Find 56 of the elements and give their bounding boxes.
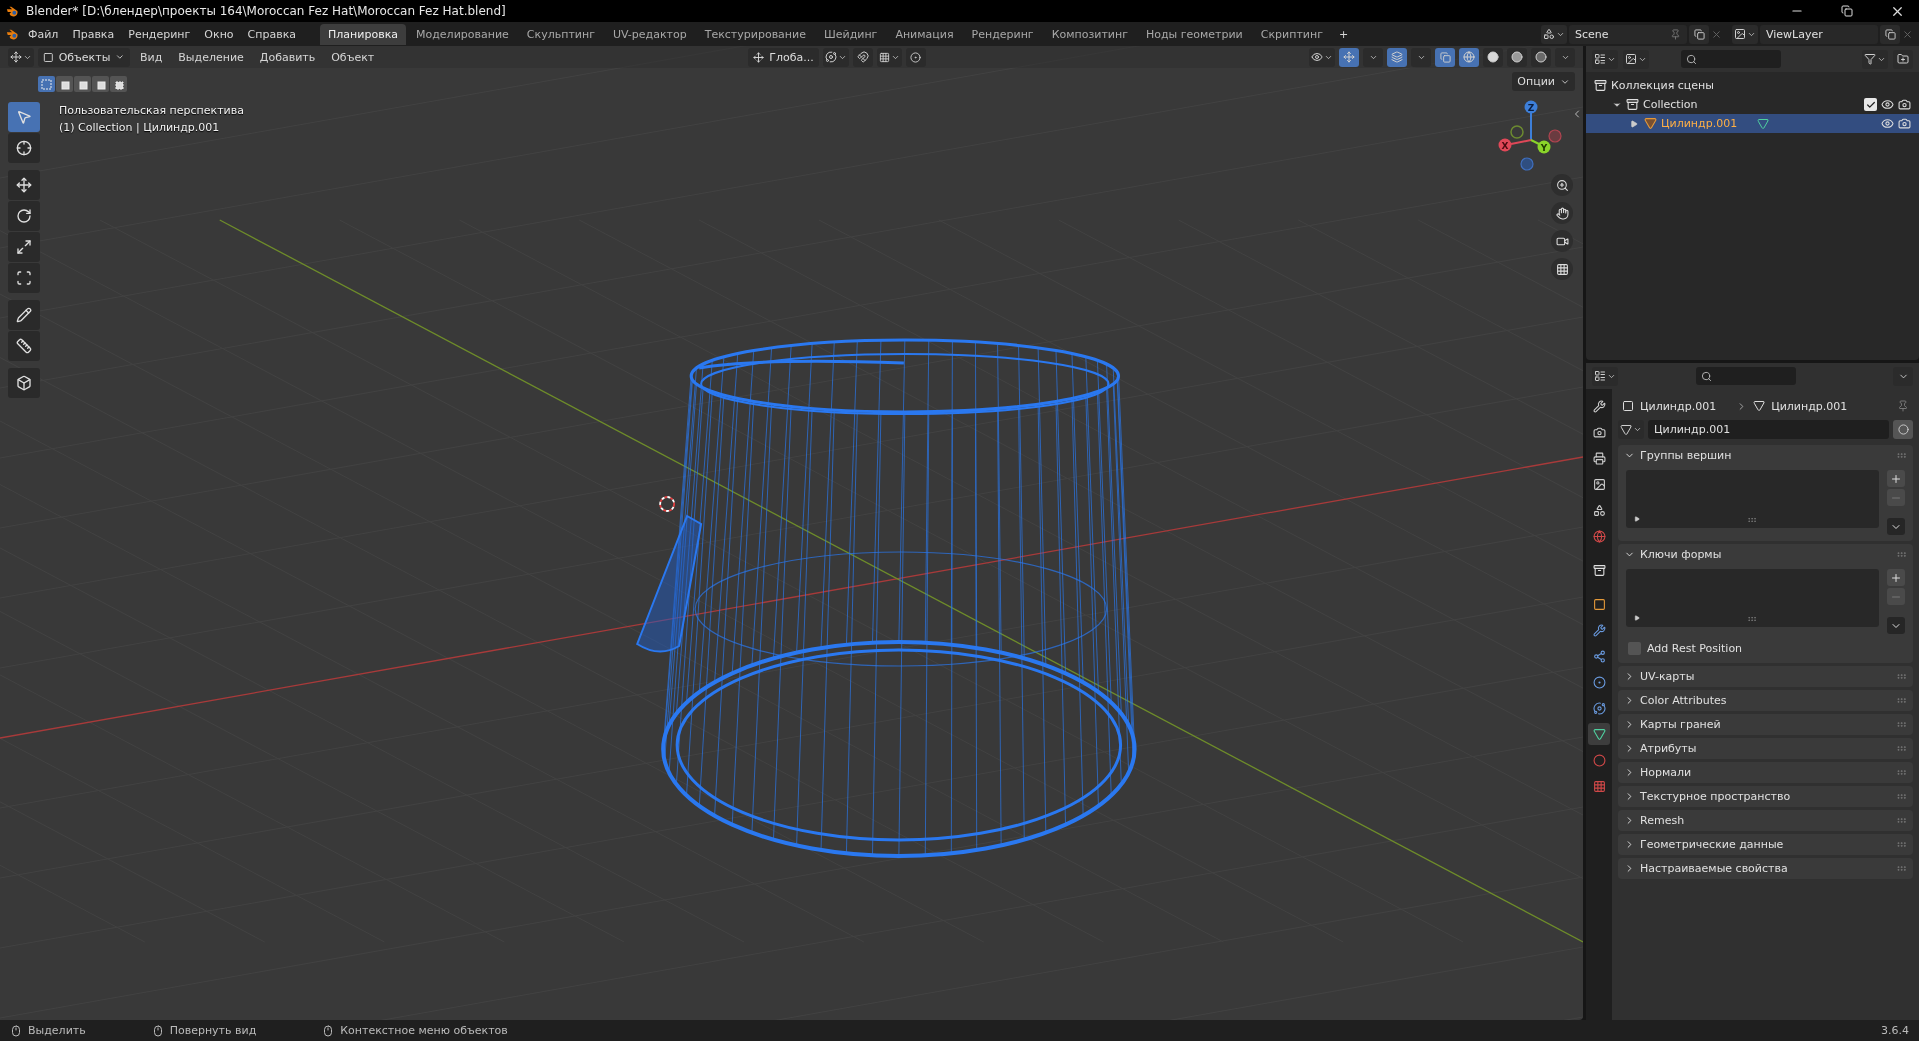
status-hint: Повернуть вид: [169, 1024, 257, 1037]
status-hint: Контекстное меню объектов: [340, 1024, 508, 1037]
menu-item[interactable]: Справка: [241, 24, 303, 44]
z-axis-handle[interactable]: Z: [1524, 100, 1538, 141]
window-title: Blender* [D:\блендер\проекты 164\Moroccan Fez Hat\Moroccan Fez Hat.blend]: [26, 4, 506, 18]
workspace-tab[interactable]: UV-редактор: [604, 23, 695, 45]
panel-header[interactable]: Remesh: [1618, 810, 1913, 831]
view-layer-field[interactable]: ViewLayer: [1760, 24, 1878, 44]
panel-header[interactable]: Ключи формы: [1618, 544, 1913, 565]
viewport-menu-item[interactable]: Выделение: [172, 47, 250, 67]
menu-item[interactable]: Окно: [198, 24, 240, 44]
panel-header[interactable]: Нормали: [1618, 762, 1913, 783]
add-workspace-button[interactable]: +: [1332, 24, 1355, 44]
add-rest-position-checkbox[interactable]: Add Rest Position: [1618, 640, 1913, 663]
workspace-tab[interactable]: Рендеринг: [963, 23, 1042, 45]
mesh-name-field[interactable]: Цилиндр.001: [1648, 420, 1889, 439]
panel-header[interactable]: Геометрические данные: [1618, 834, 1913, 855]
workspace-tab[interactable]: Моделирование: [408, 23, 517, 45]
workspace-tab[interactable]: Скриптинг: [1252, 23, 1331, 45]
outliner-row[interactable]: Collection: [1586, 95, 1919, 114]
viewport-menu-item[interactable]: Вид: [134, 47, 169, 67]
outliner-row[interactable]: Коллекция сцены: [1586, 76, 1919, 95]
viewport-menu-item[interactable]: Добавить: [253, 47, 322, 67]
orientation-dropdown[interactable]: Глоба...: [748, 47, 819, 67]
outliner-item-label: Коллекция сцены: [1611, 79, 1714, 92]
panel-header[interactable]: UV-карты: [1618, 666, 1913, 687]
mode-dropdown[interactable]: Объекты: [38, 47, 130, 67]
scene-field[interactable]: Scene: [1569, 24, 1687, 44]
panel-header[interactable]: Группы вершин: [1618, 445, 1913, 466]
menu-item[interactable]: Рендеринг: [122, 24, 197, 44]
menu-item[interactable]: Файл: [22, 24, 65, 44]
workspace-tab[interactable]: Композитинг: [1043, 23, 1136, 45]
version-label: 3.6.4: [1881, 1024, 1909, 1037]
viewport-menu-item[interactable]: Объект: [325, 47, 381, 67]
panel-header[interactable]: Настраиваемые свойства: [1618, 858, 1913, 879]
panel-header[interactable]: Карты граней: [1618, 714, 1913, 735]
workspace-tab[interactable]: Скульптинг: [518, 23, 603, 45]
outliner-row[interactable]: Цилиндр.001: [1586, 114, 1919, 133]
panel-header[interactable]: Атрибуты: [1618, 738, 1913, 759]
workspace-tab[interactable]: Анимация: [887, 23, 962, 45]
workspace-tab[interactable]: Ноды геометрии: [1137, 23, 1251, 45]
workspace-tab[interactable]: Шейдинг: [815, 23, 886, 45]
outliner-item-label: Цилиндр.001: [1661, 117, 1738, 130]
options-dropdown[interactable]: Опции: [1512, 72, 1575, 91]
view-name-label: Пользовательская перспектива: [59, 104, 244, 117]
status-hint: Выделить: [28, 1024, 86, 1037]
panel-header[interactable]: Color Attributes: [1618, 690, 1913, 711]
menu-item[interactable]: Правка: [66, 24, 121, 44]
outliner-item-label: Collection: [1643, 98, 1698, 111]
x-axis-handle[interactable]: X: [1498, 138, 1532, 152]
panel-header[interactable]: Текстурное пространство: [1618, 786, 1913, 807]
object-context-label: (1) Collection | Цилиндр.001: [59, 121, 221, 134]
workspace-tab[interactable]: Текстурирование: [696, 23, 814, 45]
breadcrumb-mesh: Цилиндр.001: [1771, 399, 1848, 413]
breadcrumb-object: Цилиндр.001: [1640, 399, 1717, 413]
workspace-tab[interactable]: Планировка: [320, 23, 406, 45]
